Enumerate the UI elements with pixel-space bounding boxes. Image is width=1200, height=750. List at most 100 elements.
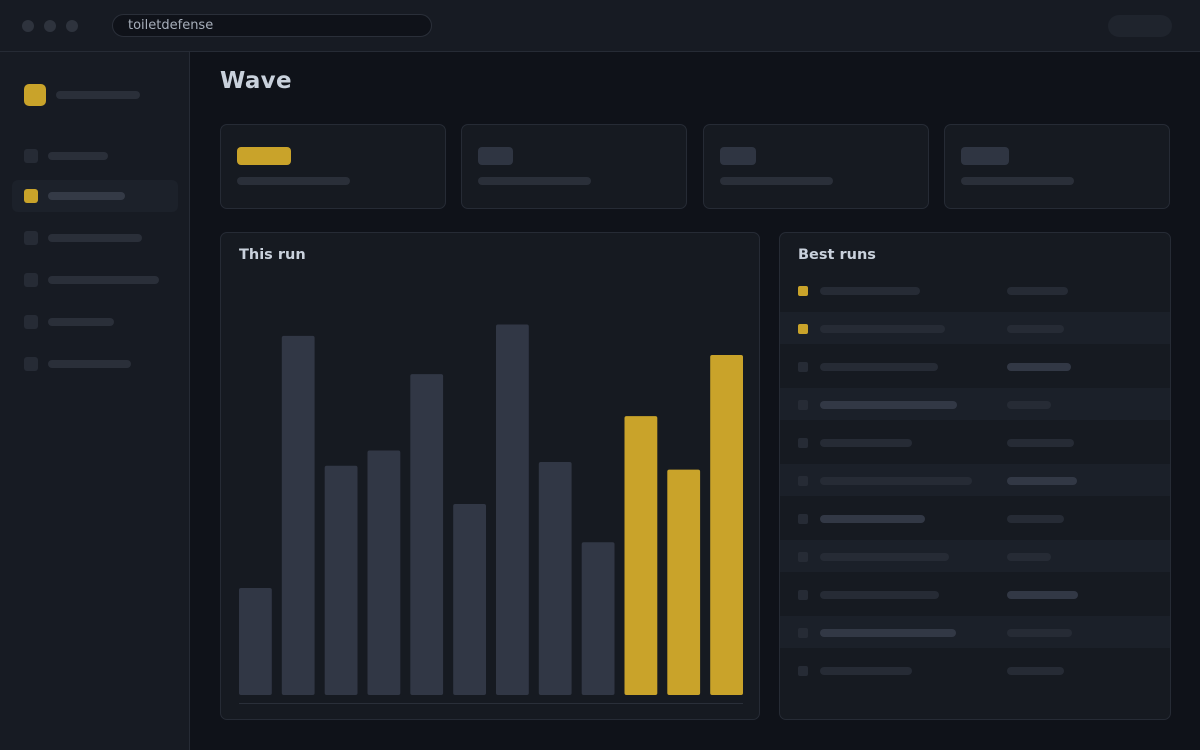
run-score-placeholder [1007,515,1064,523]
sidebar-item-4[interactable] [12,264,178,296]
run-score-placeholder [1007,439,1074,447]
nav-item-label-placeholder [48,360,131,368]
stat-card-1 [220,124,446,209]
list-item[interactable] [780,502,1170,534]
run-rank-icon [798,438,808,448]
list-item[interactable] [780,540,1170,572]
page-title: Wave [220,68,292,94]
nav-item-label-placeholder [48,318,114,326]
window-minimize-dot[interactable] [44,20,56,32]
list-item[interactable] [780,654,1170,686]
run-score-placeholder [1007,325,1064,333]
nav-item-label-placeholder [48,276,159,284]
stat-value-placeholder [237,147,291,165]
app-logo [24,84,46,106]
run-name-placeholder [820,287,920,295]
sidebar-item-2[interactable] [12,180,178,212]
stat-value-placeholder [961,147,1009,165]
run-rank-icon [798,476,808,486]
nav-item-icon [24,149,38,163]
nav-item-icon [24,189,38,203]
stat-label-placeholder [478,177,591,185]
run-name-placeholder [820,363,938,371]
run-score-placeholder [1007,477,1077,485]
run-score-placeholder [1007,629,1072,637]
run-rank-icon [798,552,808,562]
run-score-placeholder [1007,553,1051,561]
run-rank-icon [798,590,808,600]
run-rank-icon [798,666,808,676]
list-item[interactable] [780,616,1170,648]
sidebar-item-1[interactable] [12,140,178,172]
stat-card-3 [703,124,929,209]
stat-card-4 [944,124,1170,209]
run-score-placeholder [1007,287,1068,295]
list-item[interactable] [780,464,1170,496]
address-bar[interactable]: toiletdefense [112,14,432,37]
stat-label-placeholder [961,177,1074,185]
browser-toolbar: toiletdefense [0,0,1200,52]
nav-item-label-placeholder [48,192,125,200]
stat-value-placeholder [720,147,756,165]
run-rank-icon [798,324,808,334]
run-name-placeholder [820,667,912,675]
list-item[interactable] [780,274,1170,306]
run-rank-icon [798,628,808,638]
chart-bar-5 [410,374,444,695]
chart-panel: This run [220,232,760,720]
run-name-placeholder [820,515,925,523]
sidebar-item-3[interactable] [12,222,178,254]
nav-item-label-placeholder [48,152,108,160]
chart-bar-3 [324,465,358,695]
chart-bar-11 [667,469,701,695]
run-name-placeholder [820,629,956,637]
nav-item-icon [24,315,38,329]
nav-item-icon [24,231,38,245]
run-name-placeholder [820,477,972,485]
best-runs-panel: Best runs [779,232,1171,720]
stat-label-placeholder [720,177,833,185]
list-item[interactable] [780,388,1170,420]
run-name-placeholder [820,553,949,561]
toolbar-action-button[interactable] [1108,15,1172,37]
sidebar-item-6[interactable] [12,348,178,380]
list-item[interactable] [780,426,1170,458]
chart-bar-10 [624,416,658,695]
run-name-placeholder [820,439,912,447]
run-rank-icon [798,286,808,296]
run-name-placeholder [820,401,957,409]
best-runs-title: Best runs [798,247,876,263]
sidebar [0,52,190,750]
window-maximize-dot[interactable] [66,20,78,32]
list-item[interactable] [780,350,1170,382]
run-score-placeholder [1007,591,1078,599]
list-item[interactable] [780,578,1170,610]
chart-bar-4 [367,450,401,695]
bar-chart [239,324,743,704]
stat-label-placeholder [237,177,350,185]
list-item[interactable] [780,312,1170,344]
chart-bar-8 [538,462,572,695]
nav-item-label-placeholder [48,234,142,242]
chart-bar-9 [581,542,615,695]
run-score-placeholder [1007,363,1071,371]
sidebar-item-5[interactable] [12,306,178,338]
run-rank-icon [798,400,808,410]
stat-card-2 [461,124,687,209]
run-rank-icon [798,514,808,524]
run-name-placeholder [820,325,945,333]
chart-bar-7 [496,324,529,695]
run-rank-icon [798,362,808,372]
chart-bar-12 [710,355,743,695]
chart-bar-1 [239,588,272,695]
chart-bar-2 [281,335,315,695]
app-name-placeholder [56,91,140,99]
chart-bar-6 [453,504,486,695]
nav-item-icon [24,273,38,287]
run-score-placeholder [1007,401,1051,409]
window-close-dot[interactable] [22,20,34,32]
nav-item-icon [24,357,38,371]
run-score-placeholder [1007,667,1064,675]
stat-value-placeholder [478,147,513,165]
run-name-placeholder [820,591,939,599]
